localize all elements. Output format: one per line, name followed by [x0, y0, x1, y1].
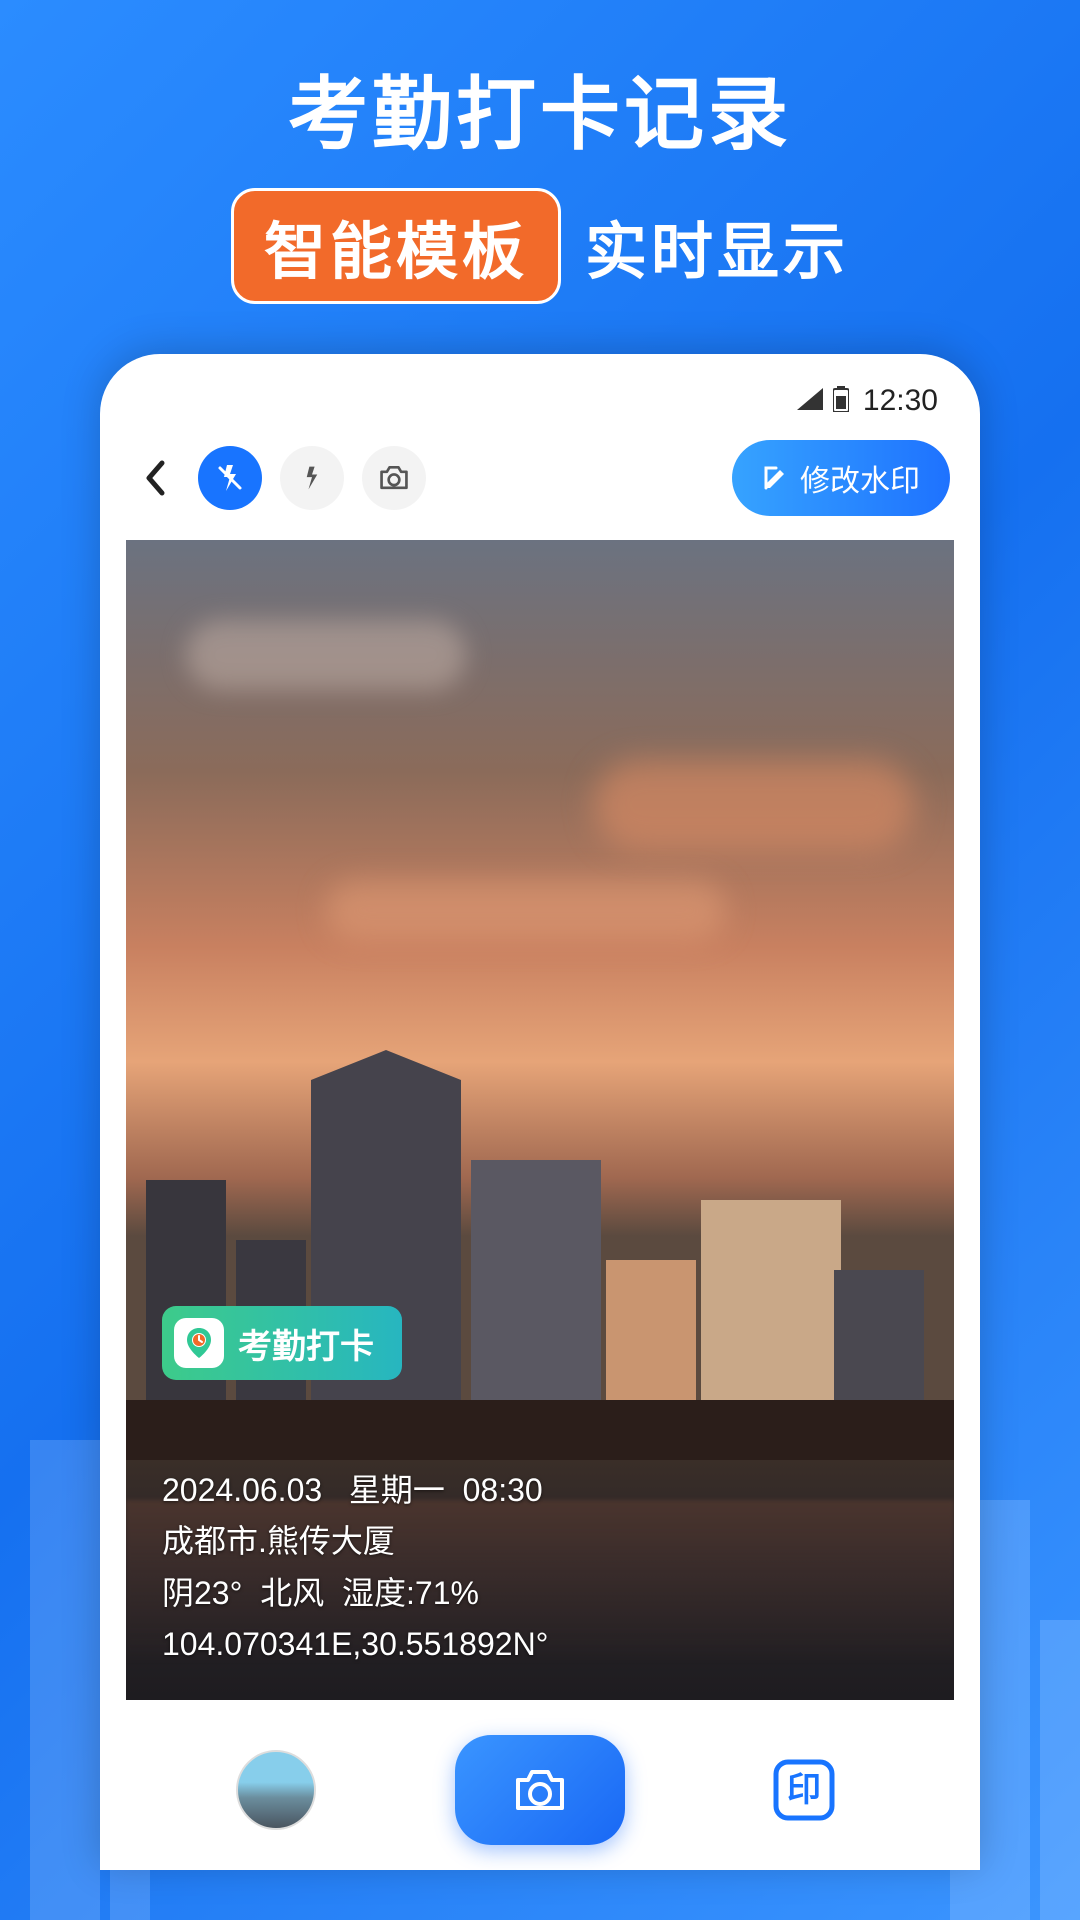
watermark-weather: 阴23°	[162, 1575, 242, 1611]
watermark-weather-line: 阴23° 北风 湿度:71%	[162, 1568, 548, 1619]
hero-title: 考勤打卡记录	[0, 50, 1080, 166]
hero-subtitle-row: 智能模板 实时显示	[0, 188, 1080, 304]
watermark-humidity: 71%	[415, 1575, 479, 1611]
status-bar: 12:30	[126, 374, 954, 434]
hero-subtitle: 实时显示	[585, 201, 849, 291]
watermark-coords: 104.070341E,30.551892N°	[162, 1619, 548, 1670]
camera-preview: 考勤打卡 2024.06.03 星期一 08:30 成都市.熊传大厦 阴23° …	[126, 540, 954, 1700]
phone-frame: 12:30 修改水印	[100, 354, 980, 1870]
watermark-badge-label: 考勤打卡	[238, 1319, 374, 1368]
back-button[interactable]	[130, 453, 180, 503]
edit-icon	[762, 464, 790, 492]
camera-flip-button[interactable]	[362, 446, 426, 510]
edit-watermark-label: 修改水印	[800, 456, 920, 500]
hero-section: 考勤打卡记录 智能模板 实时显示	[0, 0, 1080, 334]
battery-icon	[833, 386, 849, 417]
flash-on-button[interactable]	[280, 446, 344, 510]
svg-text:印: 印	[787, 1771, 821, 1809]
watermark-weekday: 星期一	[349, 1472, 445, 1508]
status-time: 12:30	[863, 384, 938, 418]
gallery-thumbnail-button[interactable]	[236, 1750, 316, 1830]
watermark-info: 2024.06.03 星期一 08:30 成都市.熊传大厦 阴23° 北风 湿度…	[162, 1465, 548, 1670]
watermark-humidity-label: 湿度	[342, 1575, 406, 1611]
edit-watermark-button[interactable]: 修改水印	[732, 440, 950, 516]
watermark-location: 成都市.熊传大厦	[162, 1516, 548, 1567]
smart-template-badge: 智能模板	[231, 188, 561, 304]
watermark-datetime-line: 2024.06.03 星期一 08:30	[162, 1465, 548, 1516]
camera-shutter-icon	[512, 1766, 568, 1814]
shutter-button[interactable]	[455, 1735, 625, 1845]
watermark-time: 08:30	[463, 1472, 543, 1508]
flash-icon	[298, 464, 326, 492]
watermark-wind: 北风	[260, 1575, 324, 1611]
camera-icon	[378, 464, 410, 492]
watermark-template-button[interactable]: 印	[764, 1750, 844, 1830]
watermark-badge[interactable]: 考勤打卡	[162, 1306, 402, 1380]
clock-location-icon	[174, 1318, 224, 1368]
signal-icon	[797, 388, 823, 415]
flash-off-icon	[214, 462, 246, 494]
flash-off-button[interactable]	[198, 446, 262, 510]
bottom-nav: 印	[126, 1700, 954, 1870]
stamp-icon: 印	[770, 1756, 838, 1824]
watermark-date: 2024.06.03	[162, 1472, 322, 1508]
camera-toolbar: 修改水印	[126, 434, 954, 540]
